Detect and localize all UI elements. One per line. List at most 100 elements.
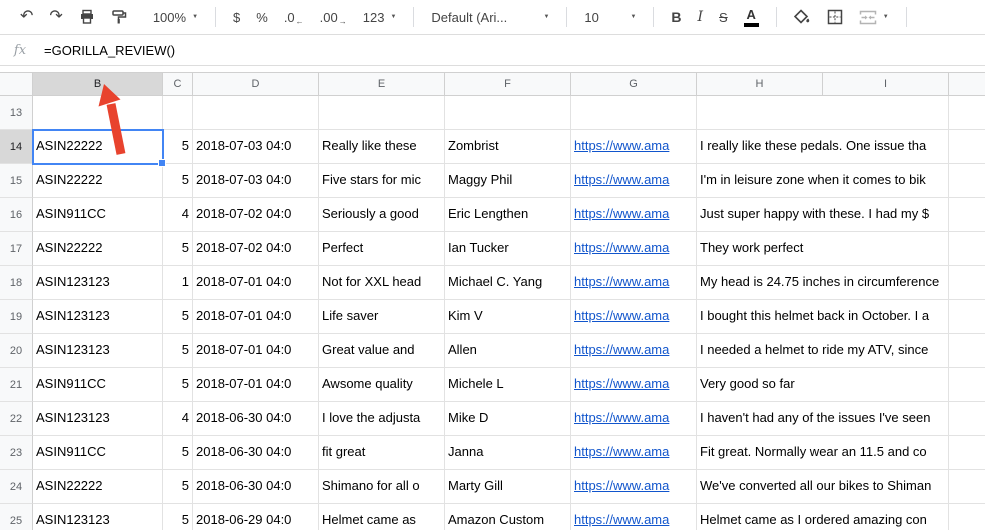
- cell-H17[interactable]: They work perfect: [697, 232, 949, 266]
- row-header-24[interactable]: 24: [0, 470, 33, 504]
- cell-F21[interactable]: Michele L: [445, 368, 571, 402]
- cell-E21[interactable]: Awsome quality: [319, 368, 445, 402]
- cell-B20[interactable]: ASIN123123: [33, 334, 163, 368]
- cell-D25[interactable]: 2018-06-29 04:0: [193, 504, 319, 530]
- cell-H22[interactable]: I haven't had any of the issues I've see…: [697, 402, 949, 436]
- column-header-E[interactable]: E: [319, 73, 445, 95]
- cell-D22[interactable]: 2018-06-30 04:0: [193, 402, 319, 436]
- cell-C13[interactable]: [163, 96, 193, 130]
- cell-G22[interactable]: https://www.ama: [571, 402, 697, 436]
- zoom-select[interactable]: 100% ▼: [145, 4, 206, 30]
- cell-H21[interactable]: Very good so far: [697, 368, 949, 402]
- cell-B23[interactable]: ASIN911CC: [33, 436, 163, 470]
- formula-input[interactable]: =GORILLA_REVIEW(): [40, 43, 175, 58]
- cell-rest-24[interactable]: [949, 470, 985, 504]
- cell-C16[interactable]: 4: [163, 198, 193, 232]
- cell-C25[interactable]: 5: [163, 504, 193, 530]
- cell-H14[interactable]: I really like these pedals. One issue th…: [697, 130, 949, 164]
- cell-H24[interactable]: We've converted all our bikes to Shiman: [697, 470, 949, 504]
- cell-H25[interactable]: Helmet came as I ordered amazing con: [697, 504, 949, 530]
- cell-B25[interactable]: ASIN123123: [33, 504, 163, 530]
- cell-C22[interactable]: 4: [163, 402, 193, 436]
- merge-cells-button[interactable]: ▼: [851, 4, 897, 30]
- cell-F23[interactable]: Janna: [445, 436, 571, 470]
- cell-F19[interactable]: Kim V: [445, 300, 571, 334]
- cell-C18[interactable]: 1: [163, 266, 193, 300]
- row-header-13[interactable]: 13: [0, 96, 33, 130]
- cell-rest-19[interactable]: [949, 300, 985, 334]
- cell-G16[interactable]: https://www.ama: [571, 198, 697, 232]
- column-header-C[interactable]: C: [163, 73, 193, 95]
- row-header-20[interactable]: 20: [0, 334, 33, 368]
- cell-rest-18[interactable]: [949, 266, 985, 300]
- cell-G25[interactable]: https://www.ama: [571, 504, 697, 530]
- format-currency-button[interactable]: $: [225, 4, 248, 30]
- cell-E14[interactable]: Really like these: [319, 130, 445, 164]
- undo-button[interactable]: ↶: [12, 4, 41, 30]
- cell-D24[interactable]: 2018-06-30 04:0: [193, 470, 319, 504]
- cell-H19[interactable]: I bought this helmet back in October. I …: [697, 300, 949, 334]
- italic-button[interactable]: I: [690, 4, 712, 30]
- cell-F13[interactable]: [445, 96, 571, 130]
- cell-C15[interactable]: 5: [163, 164, 193, 198]
- column-header-D[interactable]: D: [193, 73, 319, 95]
- cell-E22[interactable]: I love the adjusta: [319, 402, 445, 436]
- cell-rest-20[interactable]: [949, 334, 985, 368]
- cell-G24[interactable]: https://www.ama: [571, 470, 697, 504]
- bold-button[interactable]: B: [663, 4, 689, 30]
- row-header-19[interactable]: 19: [0, 300, 33, 334]
- cell-F18[interactable]: Michael C. Yang: [445, 266, 571, 300]
- cell-E24[interactable]: Shimano for all o: [319, 470, 445, 504]
- column-header-I[interactable]: I: [823, 73, 949, 95]
- cell-C19[interactable]: 5: [163, 300, 193, 334]
- cell-E15[interactable]: Five stars for mic: [319, 164, 445, 198]
- cell-D16[interactable]: 2018-07-02 04:0: [193, 198, 319, 232]
- cell-G18[interactable]: https://www.ama: [571, 266, 697, 300]
- cell-F24[interactable]: Marty Gill: [445, 470, 571, 504]
- cell-G17[interactable]: https://www.ama: [571, 232, 697, 266]
- cell-F17[interactable]: Ian Tucker: [445, 232, 571, 266]
- row-header-22[interactable]: 22: [0, 402, 33, 436]
- cell-B22[interactable]: ASIN123123: [33, 402, 163, 436]
- cell-B19[interactable]: ASIN123123: [33, 300, 163, 334]
- row-header-17[interactable]: 17: [0, 232, 33, 266]
- cell-C14[interactable]: 5: [163, 130, 193, 164]
- cell-rest-21[interactable]: [949, 368, 985, 402]
- column-header-G[interactable]: G: [571, 73, 697, 95]
- row-header-21[interactable]: 21: [0, 368, 33, 402]
- row-header-15[interactable]: 15: [0, 164, 33, 198]
- row-header-16[interactable]: 16: [0, 198, 33, 232]
- cell-C24[interactable]: 5: [163, 470, 193, 504]
- column-header-H[interactable]: H: [697, 73, 823, 95]
- cell-H15[interactable]: I'm in leisure zone when it comes to bik: [697, 164, 949, 198]
- cell-C20[interactable]: 5: [163, 334, 193, 368]
- cell-H16[interactable]: Just super happy with these. I had my $: [697, 198, 949, 232]
- cell-G20[interactable]: https://www.ama: [571, 334, 697, 368]
- cell-D18[interactable]: 2018-07-01 04:0: [193, 266, 319, 300]
- cell-H20[interactable]: I needed a helmet to ride my ATV, since: [697, 334, 949, 368]
- cell-H13[interactable]: [697, 96, 949, 130]
- cell-B18[interactable]: ASIN123123: [33, 266, 163, 300]
- cell-rest-25[interactable]: [949, 504, 985, 530]
- cell-E13[interactable]: [319, 96, 445, 130]
- cell-E19[interactable]: Life saver: [319, 300, 445, 334]
- cell-D15[interactable]: 2018-07-03 04:0: [193, 164, 319, 198]
- cell-D13[interactable]: [193, 96, 319, 130]
- increase-decimal-button[interactable]: .00 →: [312, 4, 355, 30]
- cell-F20[interactable]: Allen: [445, 334, 571, 368]
- cell-rest-17[interactable]: [949, 232, 985, 266]
- paint-format-button[interactable]: [103, 4, 135, 30]
- cell-B21[interactable]: ASIN911CC: [33, 368, 163, 402]
- cell-E25[interactable]: Helmet came as: [319, 504, 445, 530]
- cell-B24[interactable]: ASIN22222: [33, 470, 163, 504]
- cell-C23[interactable]: 5: [163, 436, 193, 470]
- cell-F14[interactable]: Zombrist: [445, 130, 571, 164]
- cell-rest-23[interactable]: [949, 436, 985, 470]
- cell-B14[interactable]: ASIN22222: [33, 130, 163, 164]
- cell-F22[interactable]: Mike D: [445, 402, 571, 436]
- format-percent-button[interactable]: %: [248, 4, 276, 30]
- cell-F16[interactable]: Eric Lengthen: [445, 198, 571, 232]
- cell-G21[interactable]: https://www.ama: [571, 368, 697, 402]
- column-header-F[interactable]: F: [445, 73, 571, 95]
- cell-H23[interactable]: Fit great. Normally wear an 11.5 and co: [697, 436, 949, 470]
